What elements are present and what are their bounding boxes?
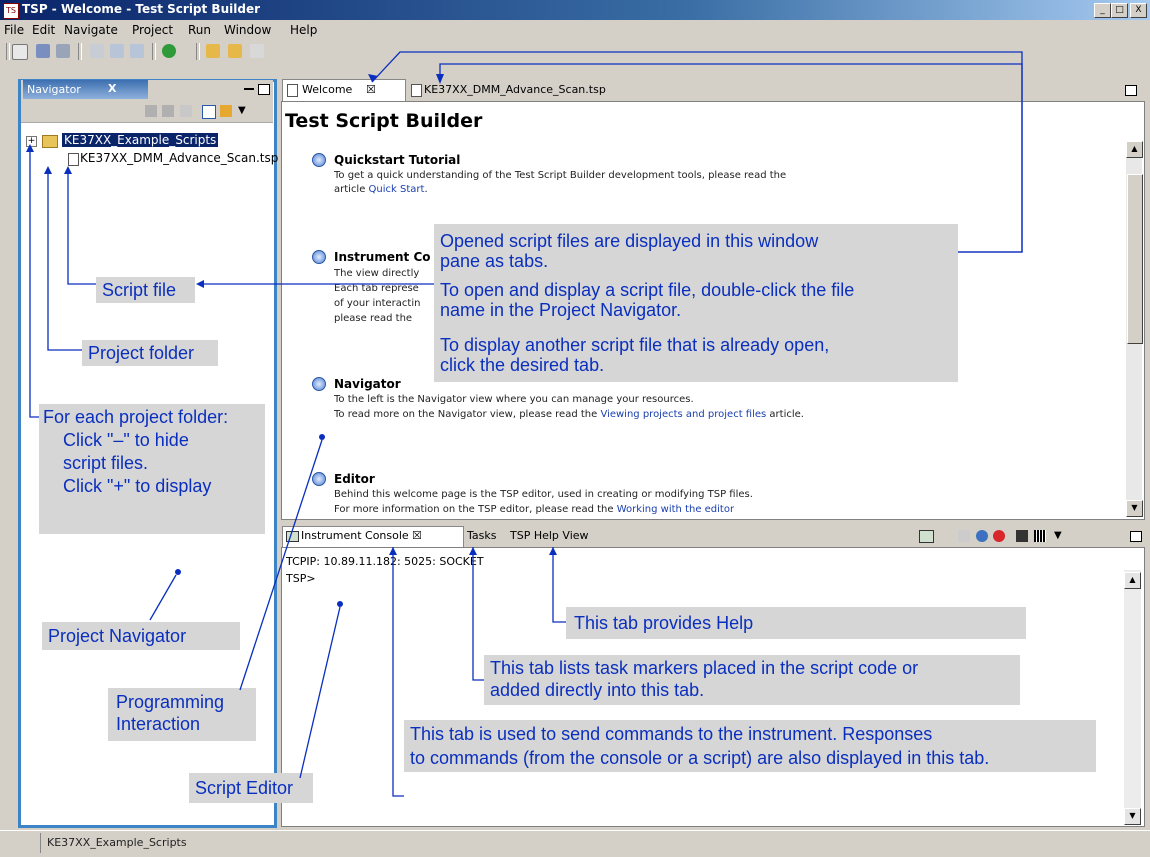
arrowhead [436, 74, 444, 84]
arrowhead [389, 547, 397, 555]
leader-line [439, 63, 1023, 253]
leader-line [392, 547, 404, 797]
callout-dot [337, 601, 343, 607]
arrowhead [26, 144, 34, 152]
callout-lines [26, 51, 1023, 797]
arrowhead [196, 280, 204, 288]
arrowhead [469, 547, 477, 555]
callout-dot [175, 569, 181, 575]
arrowhead [549, 547, 557, 555]
arrowhead [64, 166, 72, 174]
leader-line [149, 574, 177, 621]
leader-line [47, 170, 82, 351]
leader-line [29, 146, 39, 418]
leader-line [239, 439, 323, 691]
leader-line [67, 168, 96, 285]
leader-line [371, 51, 1023, 253]
leader-line [472, 547, 484, 681]
callout-dot [319, 434, 325, 440]
arrowhead [44, 166, 52, 174]
leader-line [299, 606, 341, 779]
leader-line [552, 547, 566, 623]
